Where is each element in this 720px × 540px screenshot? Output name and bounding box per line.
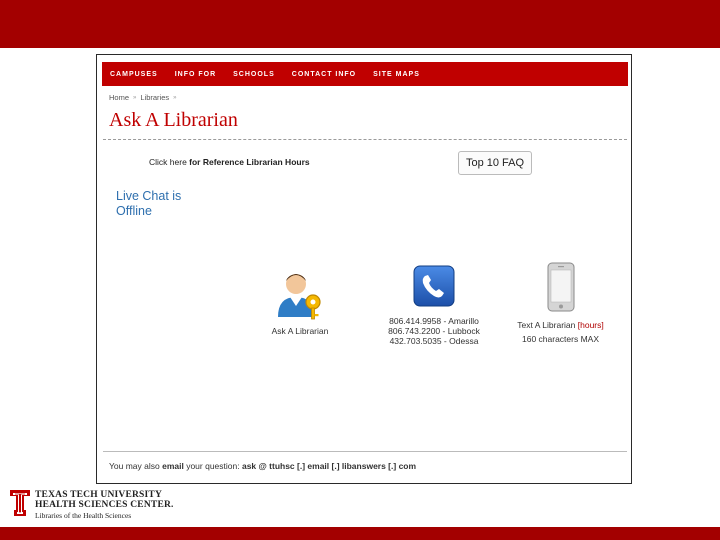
screenshot-frame: CAMPUSES INFO FOR SCHOOLS CONTACT INFO S…: [96, 54, 632, 484]
nav-item-info-for[interactable]: INFO FOR: [175, 71, 216, 78]
phone-numbers: 806.414.9958 - Amarillo 806.743.2200 - L…: [379, 316, 489, 346]
footer-email-line: You may also email your question: ask @ …: [109, 461, 416, 471]
logo-line-university: TEXAS TECH UNIVERSITY: [35, 490, 163, 500]
footer-divider: [103, 451, 627, 452]
phone-option: 806.414.9958 - Amarillo 806.743.2200 - L…: [379, 265, 489, 346]
logo-line-libraries: Libraries of the Health Sciences: [35, 511, 132, 520]
footer-prefix: You may also: [109, 461, 163, 471]
phone-icon: [413, 265, 455, 307]
bottom-banner: [0, 527, 720, 540]
hours-line: Click here for Reference Librarian Hours: [149, 157, 310, 167]
nav-item-site-maps[interactable]: SITE MAPS: [373, 71, 420, 78]
nav-item-contact-info[interactable]: CONTACT INFO: [292, 71, 356, 78]
breadcrumb-separator: »: [173, 94, 177, 101]
breadcrumb: Home » Libraries »: [109, 93, 176, 102]
footer-middle: your question:: [183, 461, 242, 471]
breadcrumb-home[interactable]: Home: [109, 93, 129, 102]
ask-librarian-option[interactable]: Ask A Librarian: [265, 269, 335, 336]
top-10-faq-button[interactable]: Top 10 FAQ: [458, 151, 532, 175]
text-character-limit: 160 characters MAX: [521, 334, 599, 344]
logo-line-hsc: HEALTH SCIENCES CENTER.: [35, 500, 174, 510]
hours-suffix: for Reference Librarian Hours: [186, 157, 310, 167]
text-hours-link[interactable]: [hours]: [578, 320, 604, 330]
text-librarian-option: Text A Librarian [hours] 160 characters …: [503, 262, 618, 344]
ttuhsc-logo: TEXAS TECH UNIVERSITY HEALTH SCIENCES CE…: [10, 490, 174, 521]
double-t-logo-icon: [10, 490, 30, 516]
mobile-phone-icon: [547, 262, 574, 312]
top-nav-bar: CAMPUSES INFO FOR SCHOOLS CONTACT INFO S…: [102, 62, 628, 86]
footer-email-word: email: [162, 461, 184, 471]
phone-amarillo[interactable]: 806.414.9958 - Amarillo: [379, 316, 489, 326]
phone-odessa[interactable]: 432.703.5035 - Odessa: [379, 336, 489, 346]
text-librarian-label[interactable]: Text A Librarian: [517, 320, 575, 330]
top-banner: [0, 0, 720, 48]
text-librarian-line: Text A Librarian [hours]: [503, 320, 618, 330]
hours-prefix: Click: [149, 157, 170, 167]
page-title: Ask A Librarian: [109, 109, 238, 131]
breadcrumb-libraries[interactable]: Libraries: [140, 93, 169, 102]
live-chat-status: Live Chat is Offline: [116, 189, 182, 218]
ask-librarian-label[interactable]: Ask A Librarian: [265, 326, 335, 336]
logo-text: TEXAS TECH UNIVERSITY HEALTH SCIENCES CE…: [35, 490, 174, 521]
breadcrumb-separator: »: [133, 94, 137, 101]
hours-here-link[interactable]: here: [170, 157, 187, 167]
nav-item-campuses[interactable]: CAMPUSES: [110, 71, 158, 78]
nav-item-schools[interactable]: SCHOOLS: [233, 71, 275, 78]
footer-email-address[interactable]: ask @ ttuhsc [.] email [.] libanswers [.…: [242, 461, 416, 471]
librarian-key-icon[interactable]: [275, 269, 325, 323]
title-divider: [103, 139, 627, 140]
phone-lubbock[interactable]: 806.743.2200 - Lubbock: [379, 326, 489, 336]
